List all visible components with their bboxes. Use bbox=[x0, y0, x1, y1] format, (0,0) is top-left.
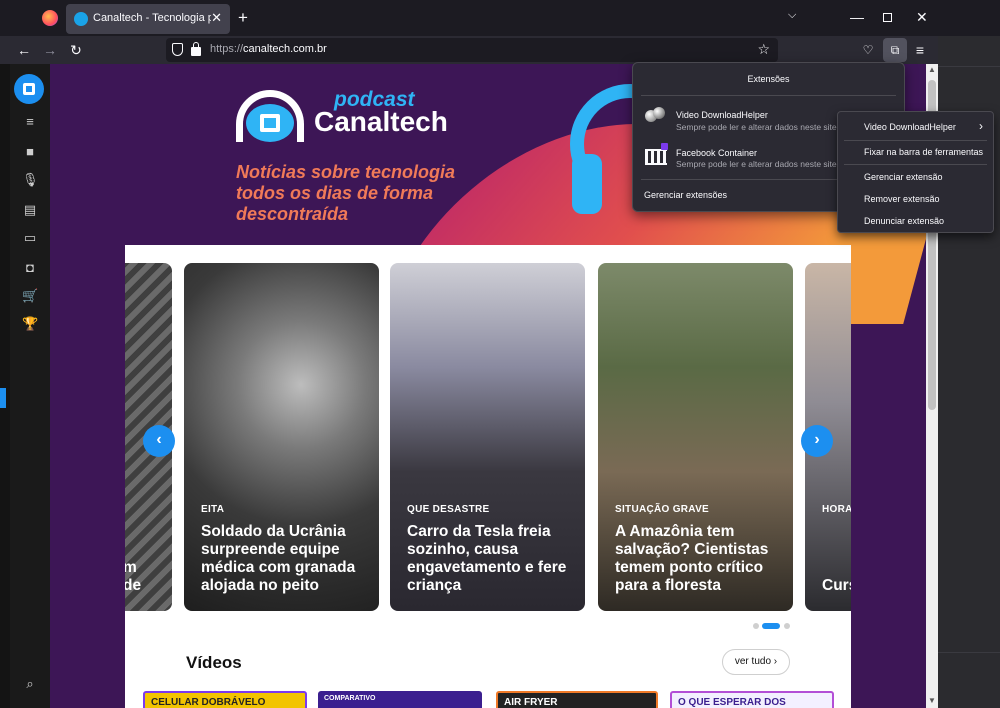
close-window-icon[interactable]: ✕ bbox=[916, 9, 928, 26]
tagline-line-3: descontraída bbox=[236, 204, 349, 224]
videos-section-title: Vídeos bbox=[186, 653, 242, 672]
extension-name: Facebook Container bbox=[676, 148, 758, 158]
carousel-prev-button[interactable]: ‹ bbox=[143, 425, 175, 457]
news-icon[interactable]: ▤ bbox=[22, 202, 38, 218]
devices-icon[interactable]: ▭ bbox=[22, 230, 38, 246]
see-all-videos-button[interactable]: ver tudo › bbox=[722, 649, 790, 675]
lock-shackle bbox=[193, 42, 199, 49]
bookmark-star-icon[interactable]: ☆ bbox=[757, 41, 770, 58]
shield-icon[interactable] bbox=[172, 43, 183, 56]
brand-name: Canaltech bbox=[314, 106, 448, 137]
minimize-icon[interactable]: — bbox=[850, 9, 864, 25]
video-camera-icon[interactable]: ■ bbox=[22, 144, 38, 160]
carousel-dot-active[interactable] bbox=[762, 623, 780, 629]
video-thumbnail[interactable]: AIR FRYER bbox=[496, 691, 658, 708]
canaltech-icon[interactable]: ◘ bbox=[22, 260, 38, 276]
video-thumbnail[interactable]: O QUE ESPERAR DOS bbox=[670, 691, 834, 708]
carousel-dot[interactable] bbox=[753, 623, 759, 629]
card-headline: m de bbox=[125, 559, 142, 594]
card-headline: A Amazônia tem salvação? Cientistas teme… bbox=[615, 523, 769, 594]
tab-title: Canaltech - Tecnologia para qu bbox=[93, 12, 211, 24]
list-tabs-chevron-icon[interactable]: ⌵ bbox=[788, 9, 796, 22]
browser-tab[interactable]: Canaltech - Tecnologia para qu ✕ bbox=[66, 4, 230, 34]
site-sidebar: ≡ ■ 🎙 ▤ ▭ ◘ 🛒 🏆 ⌕ bbox=[10, 64, 50, 708]
address-bar[interactable]: https://canaltech.com.br ☆ bbox=[166, 38, 778, 62]
pocket-icon[interactable]: ♡ bbox=[856, 38, 880, 62]
scroll-up-icon[interactable]: ▲ bbox=[928, 65, 936, 74]
facebook-container-badge bbox=[661, 143, 668, 150]
canaltech-favicon-icon bbox=[74, 12, 88, 26]
trophy-icon[interactable]: 🏆 bbox=[22, 316, 38, 332]
see-all-label: ver tudo bbox=[734, 656, 772, 667]
content-panel: m de EITA Soldado da Ucrânia surpreende … bbox=[125, 245, 851, 708]
tagline-line-1: Notícias sobre tecnologia bbox=[236, 162, 456, 182]
banner-tagline: Notícias sobre tecnologia todos os dias … bbox=[236, 162, 455, 225]
card-category: QUE DESASTRE bbox=[407, 504, 490, 515]
search-icon[interactable]: ⌕ bbox=[22, 676, 38, 692]
separator bbox=[844, 140, 987, 141]
shopping-cart-icon[interactable]: 🛒 bbox=[22, 288, 38, 304]
video-thumbnail[interactable]: COMPARATIVO bbox=[318, 691, 482, 708]
carousel-dot[interactable] bbox=[784, 623, 790, 629]
app-menu-icon[interactable]: ≡ bbox=[908, 38, 932, 62]
url-text[interactable]: https://canaltech.com.br bbox=[210, 43, 327, 55]
desktop-divider bbox=[938, 652, 1000, 653]
url-domain: canaltech.com.br bbox=[243, 43, 327, 55]
report-extension-item[interactable]: Denunciar extensão bbox=[864, 216, 944, 226]
manage-extension-item[interactable]: Gerenciar extensão bbox=[864, 172, 943, 182]
separator bbox=[641, 95, 896, 96]
extension-name: Video DownloadHelper bbox=[676, 110, 768, 120]
microphone-icon[interactable]: 🎙 bbox=[22, 172, 39, 188]
carousel-next-button[interactable]: › bbox=[801, 425, 833, 457]
pin-to-toolbar-item[interactable]: Fixar na barra de ferramentas bbox=[864, 147, 983, 157]
manage-extensions-link[interactable]: Gerenciar extensões bbox=[644, 190, 727, 200]
card-category: HORA bbox=[822, 504, 851, 515]
reload-icon[interactable]: ↻ bbox=[64, 38, 88, 62]
context-menu-title[interactable]: Video DownloadHelper bbox=[864, 122, 956, 132]
desktop-background-left bbox=[0, 62, 10, 708]
close-tab-icon[interactable]: ✕ bbox=[211, 10, 222, 26]
scroll-down-icon[interactable]: ▼ bbox=[928, 696, 936, 705]
remove-extension-item[interactable]: Remover extensão bbox=[864, 194, 940, 204]
forward-arrow-icon[interactable]: → bbox=[38, 38, 62, 62]
chevron-right-icon: › bbox=[979, 119, 983, 133]
new-tab-icon[interactable]: + bbox=[238, 8, 248, 28]
canaltech-logo-icon[interactable] bbox=[14, 74, 44, 104]
desktop-divider bbox=[938, 66, 1000, 67]
extension-description: Sempre pode ler e alterar dados neste si… bbox=[676, 159, 837, 169]
maximize-icon[interactable] bbox=[883, 13, 892, 22]
card-headline: Carro da Tesla freia sozinho, causa enga… bbox=[407, 523, 567, 594]
card-headline: Curs tecn Lide mac mui bbox=[822, 577, 851, 594]
video-thumbnail[interactable]: CELULAR DOBRÁVELO bbox=[143, 691, 307, 708]
news-card[interactable]: SITUAÇÃO GRAVE A Amazônia tem salvação? … bbox=[598, 263, 793, 611]
podcast-logo-icon bbox=[236, 90, 306, 142]
menu-list-icon[interactable]: ≡ bbox=[22, 114, 38, 130]
news-card[interactable]: EITA Soldado da Ucrânia surpreende equip… bbox=[184, 263, 379, 611]
extensions-header: Extensões bbox=[747, 74, 790, 84]
card-category: SITUAÇÃO GRAVE bbox=[615, 504, 710, 515]
extension-context-menu: Video DownloadHelper › Fixar na barra de… bbox=[837, 111, 994, 233]
news-card[interactable]: QUE DESASTRE Carro da Tesla freia sozinh… bbox=[390, 263, 585, 611]
extension-description: Sempre pode ler e alterar dados neste si… bbox=[676, 122, 837, 132]
card-category: EITA bbox=[201, 504, 225, 515]
headphone-cup bbox=[572, 154, 602, 214]
video-downloadhelper-icon-ball bbox=[653, 107, 665, 119]
facebook-container-fence-icon bbox=[645, 149, 667, 165]
url-scheme: https:// bbox=[210, 43, 244, 55]
desktop-accent bbox=[0, 388, 6, 408]
firefox-icon[interactable] bbox=[42, 10, 58, 26]
card-headline: Soldado da Ucrânia surpreende equipe méd… bbox=[201, 523, 356, 594]
separator bbox=[844, 164, 987, 165]
tagline-line-2: todos os dias de forma bbox=[236, 183, 434, 203]
back-arrow-icon[interactable]: ← bbox=[12, 38, 36, 62]
extensions-puzzle-icon[interactable]: ⧉ bbox=[883, 38, 907, 62]
